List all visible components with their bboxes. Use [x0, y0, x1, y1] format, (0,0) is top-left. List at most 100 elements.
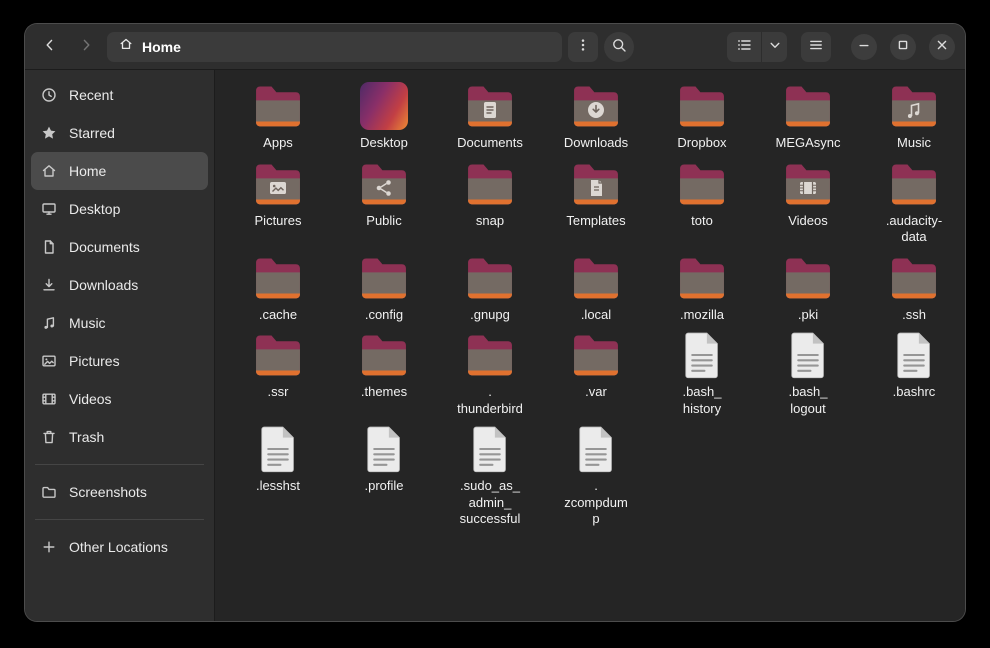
folder-icon [358, 252, 410, 304]
minimize-icon [856, 37, 872, 56]
file-item--bash-logout[interactable]: .​bash_​logout [774, 327, 842, 419]
file-item-public[interactable]: Public [358, 156, 410, 232]
sidebar-item-home[interactable]: Home [31, 152, 208, 190]
file-item--pki[interactable]: .​pki [782, 250, 834, 326]
file-item-label: .​local [581, 307, 611, 324]
file-item--gnupg[interactable]: .​gnupg [464, 250, 516, 326]
path-label: Home [142, 39, 181, 55]
text-file-icon [464, 423, 516, 475]
file-item--ssr[interactable]: .​ssr [252, 327, 304, 403]
file-item-apps[interactable]: Apps [252, 78, 304, 154]
view-toggle-group [727, 32, 787, 62]
file-item--cache[interactable]: .​cache [252, 250, 304, 326]
file-item-videos[interactable]: Videos [782, 156, 834, 232]
gradient-thumbnail [360, 82, 408, 130]
file-item--local[interactable]: .​local [570, 250, 622, 326]
file-item--ssh[interactable]: .​ssh [888, 250, 940, 326]
folder-icon [570, 252, 622, 304]
plus-icon [41, 539, 57, 555]
forward-button[interactable] [71, 32, 101, 62]
file-item--profile[interactable]: .​profile [358, 421, 410, 497]
sidebar-sections: RecentStarredHomeDesktopDocumentsDownloa… [31, 76, 208, 566]
view-options-dropdown[interactable] [761, 32, 787, 62]
sidebar-item-recent[interactable]: Recent [31, 76, 208, 114]
file-item--bash-history[interactable]: .​bash_​history [668, 327, 736, 419]
sidebar-item-music[interactable]: Music [31, 304, 208, 342]
file-item-label: .​sudo_​as_​admin_​successful [456, 478, 524, 528]
sidebar-item-downloads[interactable]: Downloads [31, 266, 208, 304]
folder-icon [464, 158, 516, 210]
file-item-label: .​zcompdump [562, 478, 630, 528]
file-item-music[interactable]: Music [888, 78, 940, 154]
file-item--zcompdump[interactable]: .​zcompdump [562, 421, 630, 530]
file-item-toto[interactable]: toto [676, 156, 728, 232]
path-menu-button[interactable] [568, 32, 598, 62]
folder-icon [358, 158, 410, 210]
file-item--lesshst[interactable]: .​lesshst [252, 421, 304, 497]
file-item--sudo-as-admin-successful[interactable]: .​sudo_​as_​admin_​successful [456, 421, 524, 530]
documents-icon [41, 239, 57, 255]
files-window: Home [25, 24, 965, 621]
file-item-megasync[interactable]: MEGAsync [775, 78, 840, 154]
star-icon [41, 125, 57, 141]
search-button[interactable] [604, 32, 634, 62]
file-item-pictures[interactable]: Pictures [252, 156, 304, 232]
minimize-button[interactable] [851, 34, 877, 60]
videos-icon [41, 391, 57, 407]
file-grid: Apps Desktop Documents Downloads Dropbox MEGA… [225, 78, 965, 530]
maximize-button[interactable] [890, 34, 916, 60]
sidebar: RecentStarredHomeDesktopDocumentsDownloa… [25, 70, 215, 621]
close-button[interactable] [929, 34, 955, 60]
sidebar-item-pictures[interactable]: Pictures [31, 342, 208, 380]
file-item-dropbox[interactable]: Dropbox [676, 78, 728, 154]
list-view-button[interactable] [727, 32, 761, 62]
trash-icon [41, 429, 57, 445]
file-item--config[interactable]: .​config [358, 250, 410, 326]
folder-icon [464, 252, 516, 304]
file-item--bashrc[interactable]: .​bashrc [888, 327, 940, 403]
sidebar-separator [35, 464, 204, 465]
kebab-menu-icon [575, 37, 591, 56]
sidebar-item-screenshots[interactable]: Screenshots [31, 473, 208, 511]
music-icon [41, 315, 57, 331]
file-item-label: .​var [585, 384, 607, 401]
file-item-label: MEGAsync [775, 135, 840, 152]
file-item--mozilla[interactable]: .​mozilla [676, 250, 728, 326]
folder-icon [358, 329, 410, 381]
folder-icon [570, 158, 622, 210]
file-item-label: .​bash_​history [668, 384, 736, 417]
file-item-label: Documents [457, 135, 523, 152]
search-icon [611, 37, 627, 56]
file-item-label: .​mozilla [680, 307, 724, 324]
folder-icon [252, 252, 304, 304]
sidebar-item-videos[interactable]: Videos [31, 380, 208, 418]
sidebar-item-starred[interactable]: Starred [31, 114, 208, 152]
file-item-documents[interactable]: Documents [457, 78, 523, 154]
maximize-icon [895, 37, 911, 56]
folder-icon [676, 252, 728, 304]
list-view-icon [736, 37, 752, 56]
folder-icon [464, 329, 516, 381]
sidebar-item-label: Trash [69, 429, 104, 445]
back-button[interactable] [35, 32, 65, 62]
file-item--audacity-data[interactable]: .​audacity-​data [880, 156, 948, 248]
text-file-icon [676, 329, 728, 381]
file-item-templates[interactable]: Templates [566, 156, 625, 232]
file-item-label: .​config [365, 307, 403, 324]
app-menu-button[interactable] [801, 32, 831, 62]
sidebar-item-trash[interactable]: Trash [31, 418, 208, 456]
content-area: Apps Desktop Documents Downloads Dropbox MEGA… [215, 70, 965, 621]
file-item--var[interactable]: .​var [570, 327, 622, 403]
window-body: RecentStarredHomeDesktopDocumentsDownloa… [25, 70, 965, 621]
sidebar-item-documents[interactable]: Documents [31, 228, 208, 266]
folder-icon [888, 158, 940, 210]
path-bar[interactable]: Home [107, 32, 562, 62]
file-item--themes[interactable]: .​themes [358, 327, 410, 403]
file-item-desktop[interactable]: Desktop [358, 78, 410, 154]
sidebar-item-desktop[interactable]: Desktop [31, 190, 208, 228]
folder-icon [41, 484, 57, 500]
file-item-snap[interactable]: snap [464, 156, 516, 232]
file-item-downloads[interactable]: Downloads [564, 78, 628, 154]
file-item--thunderbird[interactable]: .​thunderbird [456, 327, 524, 419]
sidebar-item-other-locations[interactable]: Other Locations [31, 528, 208, 566]
